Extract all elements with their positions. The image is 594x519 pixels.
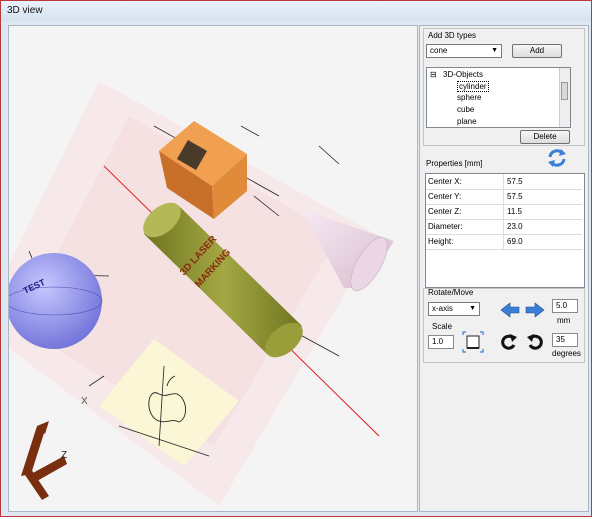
tree-root-toggle[interactable]: ⊟ [430,70,437,79]
type-select-value: cone [430,46,448,55]
rotate-move-label: Rotate/Move [428,288,474,297]
sphere-object[interactable]: TEST [9,253,103,349]
tree-root[interactable]: 3D-Objects [443,70,483,79]
table-row[interactable]: Center Y: 57.5 [426,189,582,205]
control-panel: Add 3D types cone ▼ Add ⊟ 3D-Objects cyl… [419,25,589,512]
axis-x-label: X [81,396,88,407]
add-3d-types-group: Add 3D types cone ▼ Add ⊟ 3D-Objects cyl… [423,28,585,146]
tree-item-cylinder[interactable]: cylinder [457,81,489,92]
chevron-down-icon: ▼ [469,305,476,312]
rotate-step-input[interactable]: 35 [552,333,578,347]
scale-label: Scale [432,322,453,331]
tree-scrollbar[interactable] [559,68,570,127]
tree-item-cube[interactable]: cube [457,105,474,114]
fit-view-icon[interactable] [462,331,484,353]
axis-select[interactable]: x-axis ▼ [428,302,480,316]
arrow-right-icon[interactable] [525,302,545,318]
move-unit-label: mm [557,316,571,325]
tree-item-sphere[interactable]: sphere [457,93,481,102]
add-3d-types-label: Add 3D types [428,31,477,40]
move-step-input[interactable]: 5.0 [552,299,578,313]
3d-viewport[interactable]: TEST 3D LASER MARKING X Z [8,25,418,512]
table-row[interactable]: Diameter: 23.0 [426,219,582,235]
scale-input[interactable]: 1.0 [428,335,454,349]
refresh-icon[interactable] [546,148,568,168]
table-row[interactable]: Height: 69.0 [426,234,582,250]
3d-view-window: 3D view TEST 3D LASER MARKING X Z Add 3D… [0,0,592,517]
table-row[interactable]: Center X: 57.5 [426,174,582,190]
type-select[interactable]: cone ▼ [426,44,502,58]
arrow-left-icon[interactable] [500,302,520,318]
window-title: 3D view [7,5,43,16]
axis-z-label: Z [61,450,67,461]
scroll-thumb[interactable] [561,82,568,100]
delete-button[interactable]: Delete [520,130,570,144]
title-bar[interactable]: 3D view [1,1,591,21]
rotate-ccw-icon[interactable] [526,333,544,351]
properties-table[interactable]: Center X: 57.5 Center Y: 57.5 Center Z: 11.… [425,173,585,288]
properties-label: Properties [mm] [426,159,483,168]
table-row[interactable]: Center Z: 11.5 [426,204,582,220]
rotate-cw-icon[interactable] [500,333,518,351]
axis-select-value: x-axis [432,304,453,313]
add-button[interactable]: Add [512,44,562,58]
rotate-move-group: Rotate/Move x-axis ▼ 5.0 mm Scale 1.0 35… [423,288,585,363]
rotate-unit-label: degrees [552,349,581,358]
chevron-down-icon: ▼ [491,47,498,54]
objects-tree[interactable]: ⊟ 3D-Objects cylinder sphere cube plane [426,67,571,128]
tree-item-plane[interactable]: plane [457,117,477,126]
